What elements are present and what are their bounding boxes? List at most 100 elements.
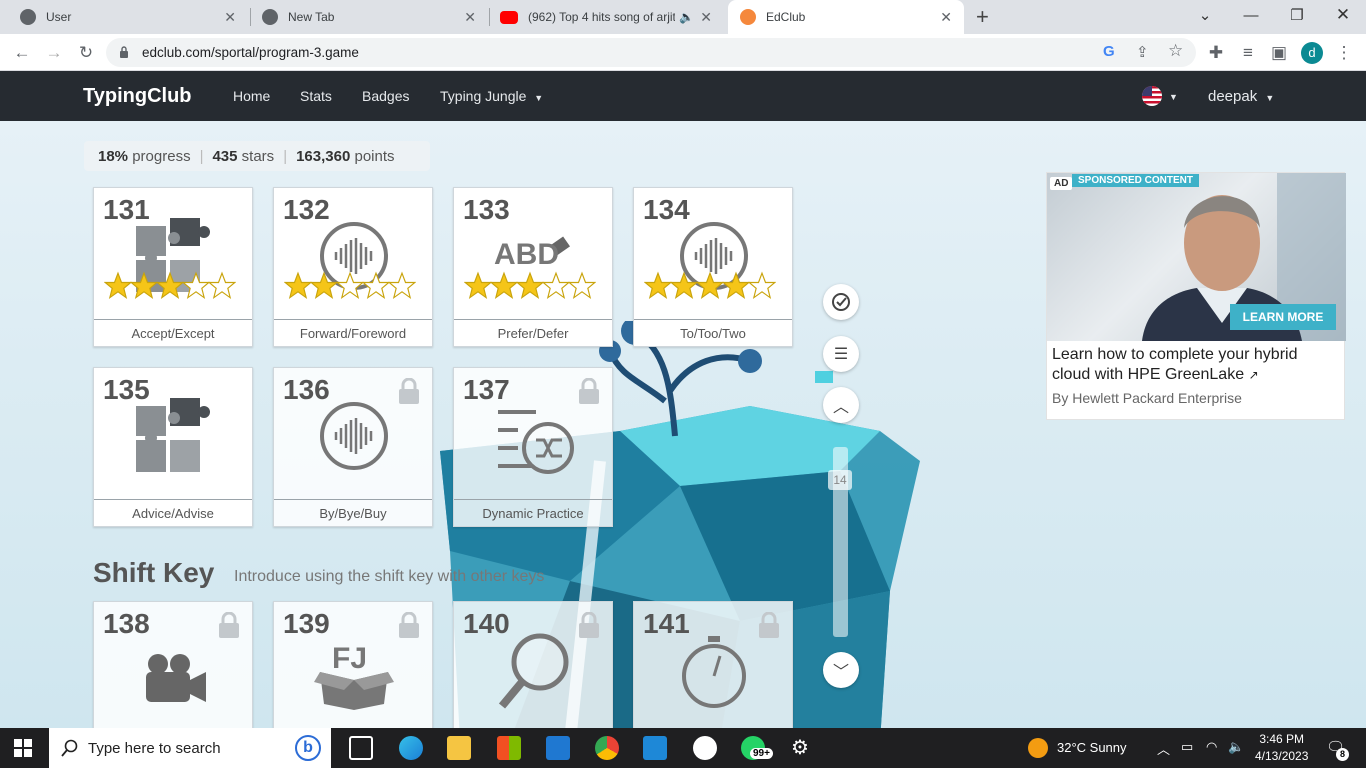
settings-gear-icon[interactable]: ⚙ (791, 735, 809, 760)
extensions-icon[interactable]: ✚ (1203, 40, 1229, 66)
lesson-label: Advice/Advise (94, 499, 252, 526)
lesson-card-133[interactable]: 133 ABD Prefer/Defer (453, 187, 613, 347)
whatsapp-badge: 99+ (750, 748, 773, 759)
lock-icon (399, 378, 419, 404)
tab-search-icon[interactable]: ⌄ (1182, 0, 1228, 30)
minimize-button[interactable]: — (1228, 0, 1274, 30)
star-rating (644, 270, 776, 306)
nav-badges[interactable]: Badges (362, 88, 409, 104)
chrome-taskbar-icon[interactable] (595, 736, 619, 760)
lesson-card-135[interactable]: 135 Advice/Advise (93, 367, 253, 527)
lesson-card-139[interactable]: 139 FJ (273, 601, 433, 728)
back-button[interactable]: ← (9, 40, 35, 66)
lesson-icon-text: ABD (494, 238, 559, 271)
progress-summary: 18% progress | 435 stars | 163,360 point… (84, 141, 430, 171)
close-window-button[interactable]: ✕ (1320, 0, 1366, 30)
lesson-card-134[interactable]: 134 To/Too/Two (633, 187, 793, 347)
tab-user[interactable]: User ✕ (8, 0, 248, 34)
tray-chevron-icon[interactable]: ︿ (1157, 739, 1170, 758)
scroll-down-button[interactable]: ﹀ (823, 652, 859, 688)
edge-icon[interactable] (399, 736, 423, 760)
battery-icon[interactable]: ▭ (1181, 739, 1193, 755)
lesson-card-136[interactable]: 136 By/Bye/Buy (273, 367, 433, 527)
chrome-icon (262, 9, 278, 25)
lesson-card-131[interactable]: 131 Accept/Except (93, 187, 253, 347)
sponsored-ad[interactable]: AD SPONSORED CONTENT LEARN MORE Learn ho… (1046, 172, 1346, 420)
windows-start-button[interactable] (14, 739, 32, 762)
external-link-icon: ↗ (1248, 368, 1259, 382)
browser-tab-strip: User ✕ New Tab ✕ (962) Top 4 hits song o… (0, 0, 1366, 34)
weather-sun-icon[interactable] (1028, 738, 1048, 758)
lesson-label: Dynamic Practice (454, 499, 612, 526)
shuffle-icon (494, 396, 574, 476)
reload-button[interactable]: ↻ (73, 40, 99, 66)
lesson-card-138[interactable]: 138 (93, 601, 253, 728)
ad-badge: AD (1050, 177, 1073, 190)
vscode-icon[interactable] (643, 736, 667, 760)
bookmark-star-icon[interactable]: ☆ (1168, 41, 1183, 61)
nav-typing-jungle[interactable]: Typing Jungle ▼ (440, 88, 543, 104)
speaker-icon[interactable]: 🔈 (679, 10, 694, 24)
volume-icon[interactable]: 🔈 (1228, 739, 1244, 755)
search-icon (61, 739, 78, 757)
star-empty-icon (336, 271, 364, 300)
close-tab-icon[interactable]: ✕ (940, 9, 952, 26)
language-selector[interactable]: ▼ (1141, 85, 1178, 112)
new-tab-button[interactable]: + (976, 4, 989, 30)
microsoft-store-icon[interactable] (497, 736, 521, 760)
scroll-up-button[interactable]: ︿ (823, 387, 859, 423)
forward-button[interactable]: → (41, 40, 67, 66)
lesson-card-137[interactable]: 137 Dynamic Practice (453, 367, 613, 527)
media-control-icon[interactable]: ≡ (1235, 40, 1261, 66)
lesson-card-140[interactable]: 140 (453, 601, 613, 728)
check-progress-button[interactable] (823, 284, 859, 320)
ad-title[interactable]: Learn how to complete your hybrid cloud … (1052, 345, 1337, 385)
profile-avatar[interactable]: d (1301, 42, 1323, 64)
caret-down-icon: ▼ (1169, 92, 1178, 102)
share-icon[interactable]: ⇪ (1136, 43, 1149, 61)
section-description: Introduce using the shift key with other… (234, 568, 545, 585)
scroll-position-indicator[interactable]: 14 (828, 470, 852, 490)
address-bar[interactable]: edclub.com/sportal/program-3.game G ⇪ ☆ (106, 38, 1196, 67)
bing-icon[interactable]: b (295, 735, 321, 761)
side-panel-icon[interactable]: ▣ (1266, 40, 1292, 66)
clock[interactable]: 3:46 PM 4/13/2023 (1255, 732, 1308, 763)
close-tab-icon[interactable]: ✕ (464, 9, 476, 26)
nav-home[interactable]: Home (233, 88, 270, 104)
lesson-label: By/Bye/Buy (274, 499, 432, 526)
caret-down-icon: ▼ (1265, 93, 1275, 103)
nav-stats[interactable]: Stats (300, 88, 332, 104)
mail-icon[interactable] (546, 736, 570, 760)
task-view-icon[interactable] (349, 736, 373, 760)
taskbar-search[interactable]: Type here to search b (49, 728, 331, 768)
star-filled-icon (284, 271, 312, 300)
brand-logo[interactable]: TypingClub (83, 85, 192, 108)
us-flag-icon (1142, 86, 1162, 106)
file-explorer-icon[interactable] (447, 736, 471, 760)
ad-image[interactable]: AD SPONSORED CONTENT LEARN MORE (1047, 173, 1346, 341)
star-filled-icon (464, 271, 492, 300)
tab-youtube[interactable]: (962) Top 4 hits song of arjit 🔈 ✕ (488, 0, 724, 34)
mongodb-compass-icon[interactable] (693, 736, 717, 760)
browser-toolbar: ← → ↻ edclub.com/sportal/program-3.game … (0, 34, 1366, 71)
tab-new-tab[interactable]: New Tab ✕ (250, 0, 488, 34)
close-tab-icon[interactable]: ✕ (224, 9, 236, 26)
lock-icon (579, 612, 599, 638)
lesson-card-141[interactable]: 141 (633, 601, 793, 728)
lock-icon (759, 612, 779, 638)
lesson-label: Prefer/Defer (454, 319, 612, 346)
tab-edclub[interactable]: EdClub ✕ (728, 0, 964, 34)
menu-kebab-icon[interactable]: ⋮ (1331, 40, 1357, 66)
close-tab-icon[interactable]: ✕ (700, 9, 712, 26)
video-camera-icon (134, 630, 214, 710)
wifi-icon[interactable]: ◠ (1206, 739, 1217, 755)
learn-more-button[interactable]: LEARN MORE (1230, 304, 1336, 330)
puzzle-icon (134, 396, 214, 476)
restore-button[interactable]: ❐ (1274, 0, 1320, 30)
weather-text[interactable]: 32°C Sunny (1057, 740, 1127, 755)
star-filled-icon (130, 271, 158, 300)
menu-button[interactable]: ☰ (823, 336, 859, 372)
google-icon[interactable]: G (1103, 43, 1115, 60)
lesson-card-132[interactable]: 132 Forward/Foreword (273, 187, 433, 347)
user-menu[interactable]: deepak ▼ (1208, 88, 1274, 105)
